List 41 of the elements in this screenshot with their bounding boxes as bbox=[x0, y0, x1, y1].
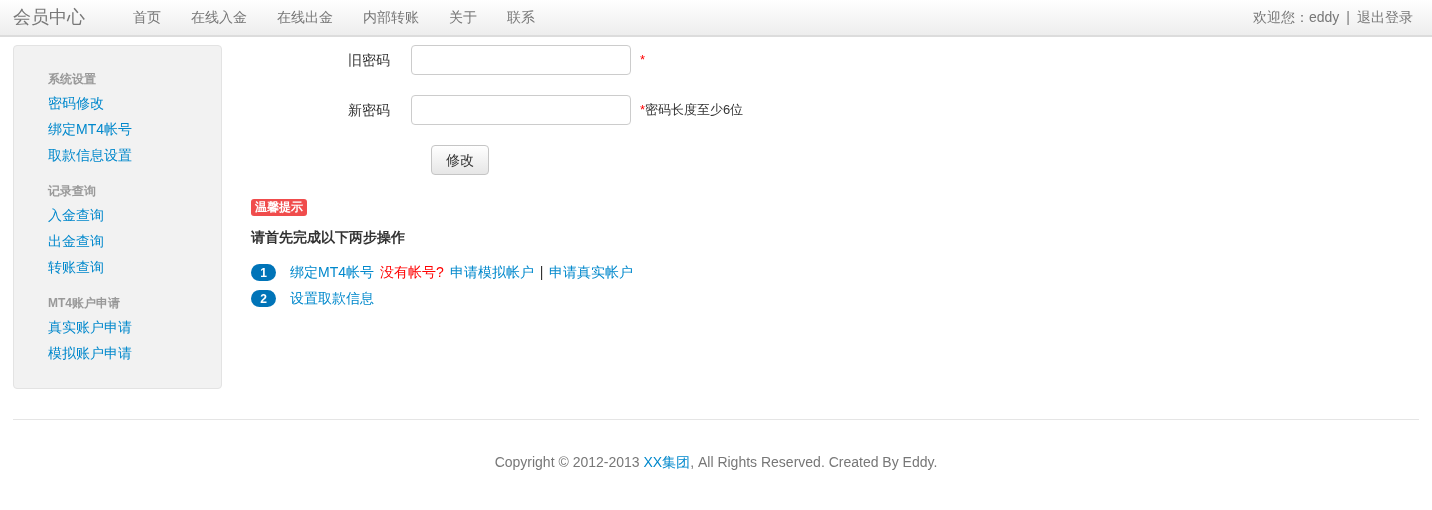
sidebar-heading: MT4账户申请 bbox=[48, 295, 121, 312]
sidebar-link[interactable]: 出金查询 bbox=[48, 233, 104, 249]
no-account-text: 没有帐号? bbox=[380, 263, 444, 282]
nav-link[interactable]: 内部转账 bbox=[348, 7, 434, 28]
sidebar-link[interactable]: 取款信息设置 bbox=[48, 147, 132, 163]
nav-link[interactable]: 在线入金 bbox=[176, 7, 262, 28]
submit-button[interactable]: 修改 bbox=[431, 145, 489, 175]
separator-text: | bbox=[539, 263, 544, 282]
welcome-text: 欢迎您：eddy bbox=[1253, 8, 1340, 27]
field-label: 新密码 bbox=[347, 100, 391, 120]
password-hint: 密码长度至少6位 bbox=[645, 101, 744, 120]
step-number-badge: 1 bbox=[251, 264, 276, 281]
company-link[interactable]: XX集团 bbox=[643, 454, 691, 470]
nav-link[interactable]: 联系 bbox=[492, 7, 550, 28]
step-link[interactable]: 申请模拟帐户 bbox=[449, 262, 534, 283]
step-link[interactable]: 设置取款信息 bbox=[290, 288, 374, 309]
notice-heading: 请首先完成以下两步操作 bbox=[251, 227, 406, 247]
footer-copyright: Copyright © 2012-2013 XX集团, All Rights Reserved. Created By Eddy. bbox=[493, 453, 939, 472]
field-label: 旧密码 bbox=[347, 50, 391, 70]
brand-title[interactable]: 会员中心 bbox=[13, 4, 85, 31]
sidebar-heading: 系统设置 bbox=[48, 71, 97, 88]
sidebar-link[interactable]: 密码修改 bbox=[48, 95, 104, 111]
logout-link[interactable]: 退出登录 bbox=[1357, 7, 1413, 28]
separator-text: | bbox=[1346, 8, 1350, 27]
sidebar-link[interactable]: 入金查询 bbox=[48, 207, 104, 223]
nav-link[interactable]: 在线出金 bbox=[262, 7, 348, 28]
sidebar-link[interactable]: 绑定MT4帐号 bbox=[48, 121, 132, 137]
step-link[interactable]: 绑定MT4帐号 bbox=[290, 262, 374, 283]
step-number-badge: 2 bbox=[251, 290, 276, 307]
notice-badge: 温馨提示 bbox=[251, 199, 307, 216]
sidebar-heading: 记录查询 bbox=[48, 183, 97, 200]
required-mark: * bbox=[640, 101, 646, 120]
required-mark: * bbox=[640, 51, 646, 70]
sidebar-link[interactable]: 模拟账户申请 bbox=[48, 345, 132, 361]
password-field[interactable] bbox=[411, 95, 631, 125]
sidebar-link[interactable]: 真实账户申请 bbox=[48, 319, 132, 335]
nav-link[interactable]: 首页 bbox=[118, 7, 176, 28]
nav-link[interactable]: 关于 bbox=[434, 7, 492, 28]
step-link[interactable]: 申请真实帐户 bbox=[549, 262, 634, 283]
sidebar-link[interactable]: 转账查询 bbox=[48, 259, 104, 275]
password-field[interactable] bbox=[411, 45, 631, 75]
